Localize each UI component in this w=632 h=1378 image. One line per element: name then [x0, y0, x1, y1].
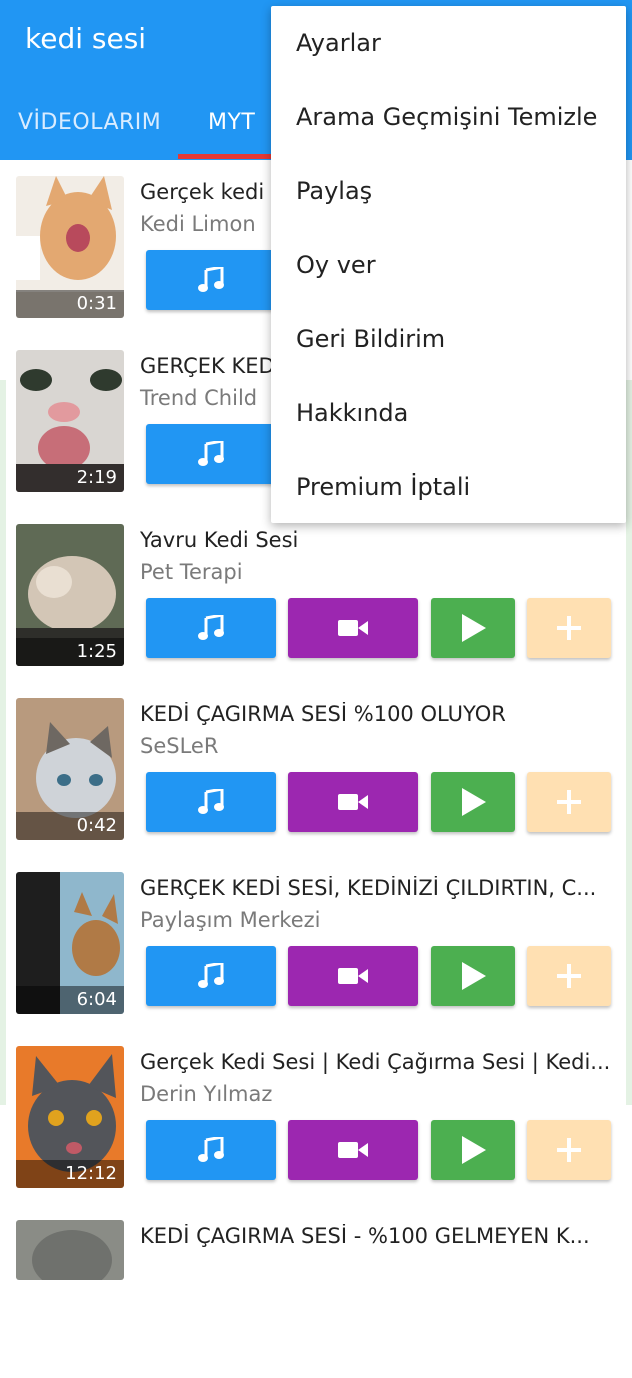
- video-camera-icon: [338, 1142, 368, 1158]
- menu-item-rate[interactable]: Oy ver: [296, 251, 376, 279]
- music-note-icon: [198, 963, 224, 988]
- cat-thumbnail-image: [16, 1220, 124, 1280]
- video-button[interactable]: [288, 1120, 418, 1180]
- menu-item-clear-search-history[interactable]: Arama Geçmişini Temizle: [296, 103, 597, 131]
- play-icon: [462, 1136, 486, 1164]
- video-thumbnail[interactable]: [16, 1220, 124, 1280]
- duration-badge: 0:31: [16, 290, 124, 318]
- play-icon: [462, 614, 486, 642]
- video-camera-icon: [338, 968, 368, 984]
- channel-name: Kedi Limon: [140, 212, 256, 236]
- play-icon: [462, 962, 486, 990]
- music-button[interactable]: [146, 250, 276, 310]
- video-item[interactable]: 1:25 Yavru Kedi Sesi Pet Terapi: [0, 508, 632, 682]
- music-button[interactable]: [146, 946, 276, 1006]
- video-button[interactable]: [288, 772, 418, 832]
- plus-icon: [557, 964, 581, 988]
- overflow-menu: Ayarlar Arama Geçmişini Temizle Paylaş O…: [271, 6, 626, 523]
- channel-name: SeSLeR: [140, 734, 219, 758]
- add-button[interactable]: [527, 1120, 611, 1180]
- add-button[interactable]: [527, 946, 611, 1006]
- menu-item-premium-cancel[interactable]: Premium İptali: [296, 473, 470, 501]
- channel-name: Derin Yılmaz: [140, 1082, 273, 1106]
- music-note-icon: [198, 615, 224, 640]
- add-button[interactable]: [527, 598, 611, 658]
- channel-name: Trend Child: [140, 386, 258, 410]
- music-button[interactable]: [146, 772, 276, 832]
- plus-icon: [557, 1138, 581, 1162]
- music-note-icon: [198, 1137, 224, 1162]
- menu-item-about[interactable]: Hakkında: [296, 399, 408, 427]
- video-title[interactable]: Gerçek Kedi Sesi | Kedi Çağırma Sesi | K…: [140, 1050, 618, 1074]
- menu-item-settings[interactable]: Ayarlar: [296, 29, 381, 57]
- video-title[interactable]: GERÇEK KEDİ SESİ, KEDİNİZİ ÇILDIRTIN, C.…: [140, 876, 618, 900]
- video-thumbnail[interactable]: 1:25: [16, 524, 124, 666]
- video-title[interactable]: Yavru Kedi Sesi: [140, 528, 618, 552]
- video-thumbnail[interactable]: 0:31: [16, 176, 124, 318]
- music-button[interactable]: [146, 424, 276, 484]
- duration-badge: 2:19: [16, 464, 124, 492]
- play-button[interactable]: [431, 598, 515, 658]
- video-thumbnail[interactable]: 6:04: [16, 872, 124, 1014]
- active-tab-indicator: [178, 154, 278, 159]
- play-icon: [462, 788, 486, 816]
- music-note-icon: [198, 441, 224, 466]
- play-button[interactable]: [431, 1120, 515, 1180]
- music-note-icon: [198, 789, 224, 814]
- plus-icon: [557, 790, 581, 814]
- video-item[interactable]: 0:42 KEDİ ÇAGIRMA SESİ %100 OLUYOR SeSLe…: [0, 682, 632, 856]
- menu-item-feedback[interactable]: Geri Bildirim: [296, 325, 445, 353]
- music-note-icon: [198, 267, 224, 292]
- video-item[interactable]: KEDİ ÇAGIRMA SESİ - %100 GELMEYEN K...: [0, 1204, 632, 1378]
- duration-badge: 6:04: [16, 986, 124, 1014]
- music-button[interactable]: [146, 598, 276, 658]
- menu-item-share[interactable]: Paylaş: [296, 177, 372, 205]
- duration-badge: 1:25: [16, 638, 124, 666]
- video-camera-icon: [338, 794, 368, 810]
- tab-videolarim[interactable]: VİDEOLARIM: [18, 110, 161, 135]
- tab-myt[interactable]: MYT: [208, 110, 255, 135]
- video-title[interactable]: KEDİ ÇAGIRMA SESİ - %100 GELMEYEN K...: [140, 1224, 618, 1248]
- video-thumbnail[interactable]: 2:19: [16, 350, 124, 492]
- video-button[interactable]: [288, 598, 418, 658]
- video-camera-icon: [338, 620, 368, 636]
- video-title[interactable]: KEDİ ÇAGIRMA SESİ %100 OLUYOR: [140, 702, 618, 726]
- add-button[interactable]: [527, 772, 611, 832]
- play-button[interactable]: [431, 946, 515, 1006]
- channel-name: Paylaşım Merkezi: [140, 908, 321, 932]
- duration-badge: 12:12: [16, 1160, 124, 1188]
- duration-badge: 0:42: [16, 812, 124, 840]
- video-item[interactable]: 6:04 GERÇEK KEDİ SESİ, KEDİNİZİ ÇILDIRTI…: [0, 856, 632, 1030]
- video-thumbnail[interactable]: 0:42: [16, 698, 124, 840]
- play-button[interactable]: [431, 772, 515, 832]
- video-thumbnail[interactable]: 12:12: [16, 1046, 124, 1188]
- video-button[interactable]: [288, 946, 418, 1006]
- search-title[interactable]: kedi sesi: [25, 22, 146, 55]
- video-item[interactable]: 12:12 Gerçek Kedi Sesi | Kedi Çağırma Se…: [0, 1030, 632, 1204]
- music-button[interactable]: [146, 1120, 276, 1180]
- channel-name: Pet Terapi: [140, 560, 243, 584]
- plus-icon: [557, 616, 581, 640]
